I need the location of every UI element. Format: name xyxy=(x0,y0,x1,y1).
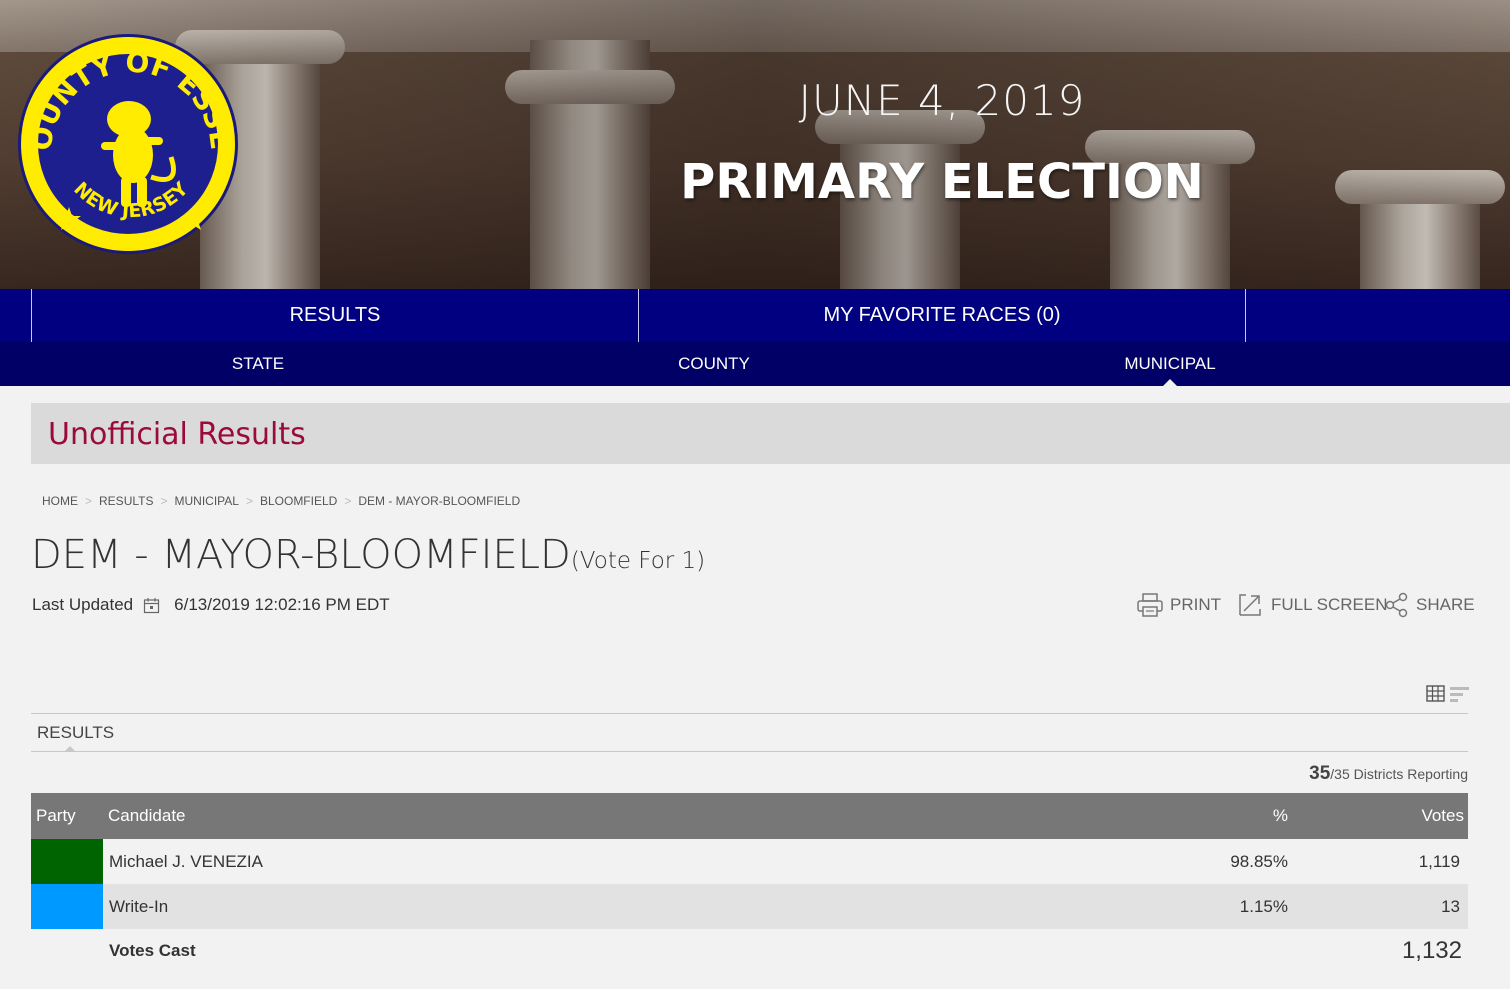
tab-results[interactable]: RESULTS xyxy=(32,289,639,342)
party-color-swatch xyxy=(31,884,103,929)
nav-spacer xyxy=(0,289,32,342)
section-heading: Unofficial Results xyxy=(48,417,306,452)
view-toggle xyxy=(1426,684,1470,703)
sub-nav: STATE COUNTY MUNICIPAL xyxy=(0,342,1510,386)
table-row: Michael J. VENEZIA 98.85% 1,119 xyxy=(31,839,1468,884)
subnav-state[interactable]: STATE xyxy=(158,342,358,386)
header-party: Party xyxy=(31,793,103,839)
print-button[interactable]: PRINT xyxy=(1136,592,1221,618)
share-icon xyxy=(1385,592,1408,618)
last-updated: Last Updated 6/13/2019 12:02:16 PM EDT xyxy=(32,595,390,615)
expand-icon xyxy=(1239,594,1261,616)
header-percent: % xyxy=(1168,793,1318,839)
breadcrumb-bloomfield[interactable]: BLOOMFIELD xyxy=(260,494,337,508)
districts-reporting: 35/35 Districts Reporting xyxy=(1309,763,1468,785)
candidate-votes: 1,119 xyxy=(1318,839,1468,884)
candidate-percent: 98.85% xyxy=(1168,839,1318,884)
breadcrumb-results[interactable]: RESULTS xyxy=(99,494,153,508)
candidate-votes: 13 xyxy=(1318,884,1468,929)
last-updated-value: 6/13/2019 12:02:16 PM EDT xyxy=(174,595,390,614)
tab-results-view[interactable]: RESULTS xyxy=(37,723,114,743)
tab-favorite-races[interactable]: MY FAVORITE RACES (0) xyxy=(639,289,1246,342)
breadcrumb-separator: > xyxy=(85,494,93,508)
breadcrumb-home[interactable]: HOME xyxy=(42,494,78,508)
seal-lettering: COUNTY OF ESSEX NEW JERSEY xyxy=(21,37,237,230)
subnav-county[interactable]: COUNTY xyxy=(614,342,814,386)
election-date: JUNE 4, 2019 xyxy=(798,76,1086,125)
votes-cast-total: 1,132 xyxy=(1318,929,1468,973)
last-updated-label: Last Updated xyxy=(32,595,134,614)
race-name: DEM - MAYOR-BLOOMFIELD xyxy=(31,532,571,578)
party-swatch-fill xyxy=(31,839,103,884)
districts-reported-count: 35 xyxy=(1309,763,1331,784)
full-screen-button[interactable]: FULL SCREEN xyxy=(1237,592,1388,618)
full-screen-label: FULL SCREEN xyxy=(1271,595,1388,614)
results-table: Party Candidate % Votes Michael J. VENEZ… xyxy=(31,793,1468,973)
candidate-name: Write-In xyxy=(103,884,1168,929)
share-button[interactable]: SHARE xyxy=(1384,592,1475,618)
districts-total: /35 xyxy=(1330,766,1350,782)
districts-reporting-label: Districts Reporting xyxy=(1349,766,1468,782)
votes-cast-row: Votes Cast 1,132 xyxy=(31,929,1468,973)
printer-icon xyxy=(1137,593,1163,617)
section-heading-bar: Unofficial Results xyxy=(31,403,1510,464)
breadcrumb-municipal[interactable]: MUNICIPAL xyxy=(175,494,239,508)
table-header-row: Party Candidate % Votes xyxy=(31,793,1468,839)
list-view-icon[interactable] xyxy=(1449,684,1470,703)
active-subnav-caret xyxy=(1163,379,1177,386)
breadcrumb-separator: > xyxy=(160,494,168,508)
active-tab-caret xyxy=(64,746,76,752)
empty-cell xyxy=(31,929,103,973)
election-title: PRIMARY ELECTION xyxy=(680,154,1204,210)
empty-cell xyxy=(1168,929,1318,973)
race-title: DEM - MAYOR-BLOOMFIELD(Vote For 1) xyxy=(31,532,705,578)
county-seal-logo[interactable]: COUNTY OF ESSEX NEW JERSEY xyxy=(18,34,238,254)
table-row: Write-In 1.15% 13 xyxy=(31,884,1468,929)
vote-for-label: (Vote For 1) xyxy=(570,548,706,574)
party-swatch-fill xyxy=(31,884,103,929)
header-candidate: Candidate xyxy=(103,793,1168,839)
grid-view-icon[interactable] xyxy=(1426,684,1445,703)
calendar-icon xyxy=(144,597,160,613)
candidate-name: Michael J. VENEZIA xyxy=(103,839,1168,884)
party-color-swatch xyxy=(31,839,103,884)
tab-empty xyxy=(1246,289,1510,342)
breadcrumb-race: DEM - MAYOR-BLOOMFIELD xyxy=(358,494,521,508)
share-label: SHARE xyxy=(1416,595,1475,614)
print-label: PRINT xyxy=(1170,595,1221,614)
header-votes: Votes xyxy=(1318,793,1468,839)
breadcrumb-separator: > xyxy=(344,494,352,508)
breadcrumb-separator: > xyxy=(245,494,253,508)
votes-cast-label: Votes Cast xyxy=(103,929,1168,973)
results-tab-bar: RESULTS xyxy=(31,713,1468,752)
header-banner: COUNTY OF ESSEX NEW JERSEY JUNE 4, 2019 … xyxy=(0,0,1510,289)
main-nav: RESULTS MY FAVORITE RACES (0) xyxy=(0,289,1510,342)
candidate-percent: 1.15% xyxy=(1168,884,1318,929)
breadcrumb: HOME > RESULTS > MUNICIPAL > BLOOMFIELD … xyxy=(42,494,520,508)
